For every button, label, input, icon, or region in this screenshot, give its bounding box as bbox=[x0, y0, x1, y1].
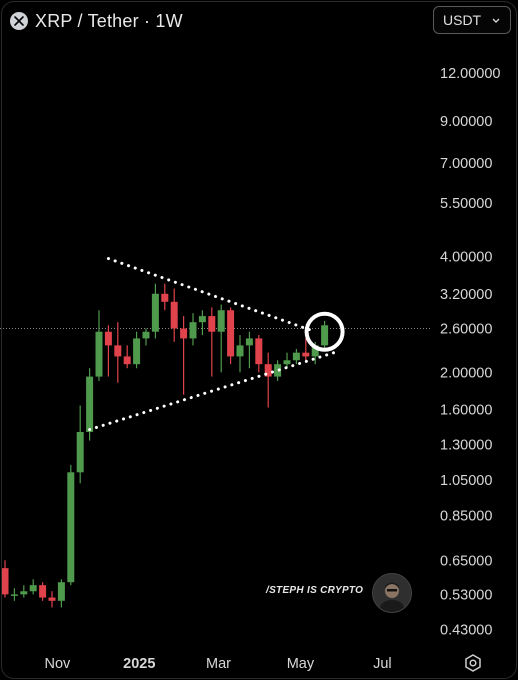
candle-body bbox=[302, 352, 310, 357]
candle-body bbox=[198, 316, 206, 323]
candle bbox=[180, 316, 188, 395]
watermark-text: /STEPH IS CRYPTO bbox=[266, 585, 364, 596]
candle bbox=[236, 335, 244, 373]
candle-body bbox=[255, 338, 263, 365]
candle-body bbox=[292, 352, 300, 361]
candle bbox=[133, 331, 141, 369]
chart-window: 12.00000 9.00000 7.00000 5.50000 4.00000 3.20… bbox=[0, 0, 518, 680]
candle bbox=[189, 313, 197, 346]
y-tick-label: 2.60000 bbox=[440, 321, 492, 337]
candle bbox=[255, 335, 263, 373]
y-tick-label: 0.85000 bbox=[440, 508, 492, 524]
candle-body bbox=[170, 301, 178, 329]
candle-body bbox=[39, 585, 47, 598]
x-tick-label: Nov bbox=[44, 656, 71, 672]
candle-body bbox=[20, 591, 28, 595]
candle-body bbox=[321, 325, 329, 346]
candle bbox=[95, 310, 103, 381]
candle bbox=[48, 591, 56, 608]
candle bbox=[161, 283, 169, 311]
candle-body bbox=[114, 345, 122, 357]
avatar bbox=[372, 573, 412, 613]
x-tick-label: Mar bbox=[206, 656, 231, 672]
candle bbox=[208, 307, 216, 377]
candle-body bbox=[29, 585, 37, 592]
candle bbox=[29, 579, 37, 595]
x-tick-label: May bbox=[287, 656, 315, 672]
price-chart[interactable]: 12.00000 9.00000 7.00000 5.50000 4.00000 3.20… bbox=[0, 0, 518, 680]
candle-body bbox=[283, 360, 291, 365]
candle-body bbox=[236, 345, 244, 357]
currency-select[interactable]: USDT bbox=[433, 6, 511, 34]
candle bbox=[264, 352, 272, 408]
candle bbox=[39, 582, 47, 601]
candle bbox=[114, 322, 122, 383]
candle-body bbox=[245, 338, 253, 346]
y-tick-label: 2.00000 bbox=[440, 365, 492, 381]
x-tick-label: Jul bbox=[373, 656, 392, 672]
y-tick-label: 1.05000 bbox=[440, 473, 492, 489]
candle bbox=[245, 331, 253, 369]
candle bbox=[10, 588, 18, 601]
candle-body bbox=[227, 310, 235, 357]
candle-body bbox=[151, 293, 159, 332]
y-tick-label: 12.00000 bbox=[440, 66, 500, 82]
candle-body bbox=[1, 568, 9, 595]
candle bbox=[217, 304, 225, 373]
y-tick-label: 7.00000 bbox=[440, 156, 492, 172]
candle-body bbox=[217, 310, 225, 332]
candle bbox=[104, 325, 112, 377]
candle-body bbox=[86, 376, 94, 432]
candle-body bbox=[161, 293, 169, 302]
candle-body bbox=[95, 331, 103, 377]
candle-body bbox=[10, 594, 18, 596]
candle bbox=[292, 348, 300, 365]
annotations bbox=[88, 257, 345, 432]
candle-body bbox=[104, 331, 112, 346]
candle bbox=[227, 307, 235, 365]
candle bbox=[170, 288, 178, 342]
y-tick-label: 4.00000 bbox=[440, 249, 492, 265]
candles bbox=[1, 283, 329, 608]
y-tick-label: 5.50000 bbox=[440, 196, 492, 212]
candle bbox=[67, 464, 75, 586]
xrp-logo-icon bbox=[10, 12, 28, 30]
candle bbox=[198, 310, 206, 336]
candle-body bbox=[142, 331, 150, 339]
y-axis[interactable]: 12.00000 9.00000 7.00000 5.50000 4.00000 3.20… bbox=[440, 66, 500, 639]
y-tick-label: 1.60000 bbox=[440, 403, 492, 419]
y-tick-label: 0.65000 bbox=[440, 553, 492, 569]
candle bbox=[1, 560, 9, 598]
symbol-title[interactable]: XRP / Tether · 1W bbox=[35, 11, 183, 32]
x-tick-label: 2025 bbox=[123, 656, 155, 672]
candle bbox=[123, 345, 131, 369]
y-tick-label: 0.43000 bbox=[440, 622, 492, 638]
candle bbox=[142, 328, 150, 346]
y-tick-label: 0.53000 bbox=[440, 587, 492, 603]
chevron-down-icon bbox=[491, 12, 501, 28]
candle-body bbox=[48, 597, 56, 601]
candle-body bbox=[57, 582, 65, 601]
candle-body bbox=[208, 316, 216, 332]
candle-body bbox=[189, 322, 197, 339]
candle-body bbox=[133, 338, 141, 365]
x-axis[interactable]: Nov 2025 Mar May Jul bbox=[44, 656, 391, 672]
candle bbox=[283, 352, 291, 369]
candle bbox=[57, 579, 65, 608]
candle bbox=[321, 320, 329, 349]
candle-body bbox=[180, 328, 188, 339]
candle bbox=[20, 585, 28, 598]
candle bbox=[76, 405, 84, 484]
hexagon-gear-icon[interactable] bbox=[463, 653, 483, 673]
y-tick-label: 9.00000 bbox=[440, 114, 492, 130]
candle-body bbox=[123, 356, 131, 365]
candle-body bbox=[67, 472, 75, 583]
chart-header: XRP / Tether · 1W bbox=[10, 8, 183, 34]
y-tick-label: 1.30000 bbox=[440, 437, 492, 453]
candle-body bbox=[76, 431, 84, 473]
y-tick-label: 3.20000 bbox=[440, 287, 492, 303]
candle bbox=[151, 283, 159, 339]
currency-label: USDT bbox=[443, 12, 482, 28]
